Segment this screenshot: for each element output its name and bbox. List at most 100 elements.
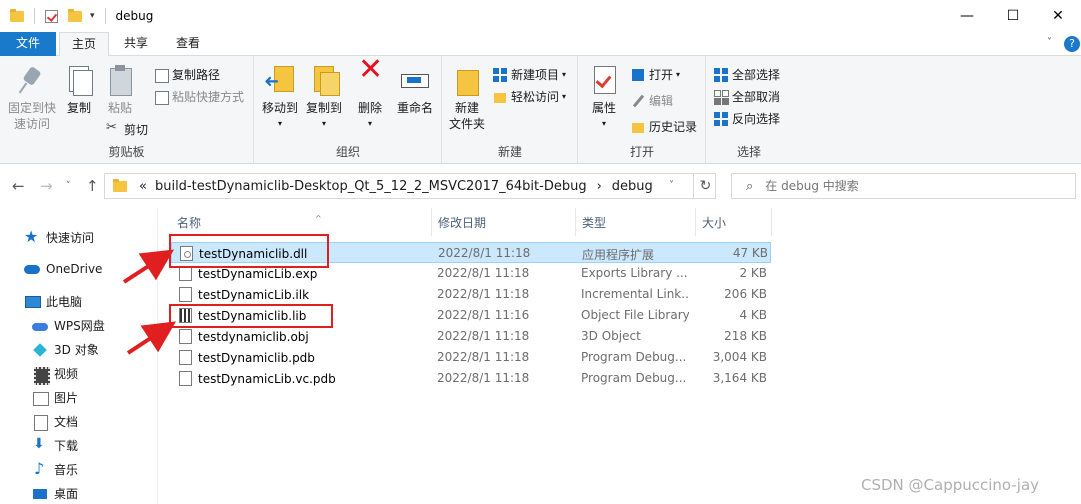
annotation-box-lib xyxy=(169,304,333,328)
file-row-ilk[interactable]: testDynamicLib.ilk 2022/8/1 11:18 Increm… xyxy=(171,284,771,305)
recent-locations-chevron-icon[interactable]: ˅ xyxy=(66,181,71,191)
history-icon xyxy=(631,120,645,134)
column-divider[interactable] xyxy=(771,208,772,236)
file-name-cell: testDynamicLib.vc.pdb xyxy=(179,371,336,386)
address-segment-debug[interactable]: debug xyxy=(612,179,653,194)
edit-label: 编辑 xyxy=(649,94,674,108)
nav-item-quick-access[interactable]: 快速访问 xyxy=(24,227,94,246)
column-divider[interactable] xyxy=(695,208,696,236)
properties-button[interactable]: 属性 ▾ xyxy=(585,64,623,132)
copy-path-button[interactable]: 复制路径 xyxy=(154,66,220,83)
minimize-button[interactable]: — xyxy=(944,0,990,32)
easy-access-icon xyxy=(493,90,507,104)
new-folder-quick-icon[interactable] xyxy=(68,8,82,22)
new-item-icon xyxy=(493,67,507,82)
invert-selection-button[interactable]: 反向选择 xyxy=(714,110,780,127)
history-button[interactable]: 历史记录 xyxy=(631,118,697,135)
column-header-name[interactable]: 名称 ^ xyxy=(177,214,322,234)
new-item-button[interactable]: 新建项目 ▾ xyxy=(493,66,566,83)
file-size: 2 KB xyxy=(739,266,767,280)
edit-icon xyxy=(631,94,645,108)
file-date: 2022/8/1 11:16 xyxy=(437,308,530,322)
open-icon xyxy=(631,68,645,82)
paste-button[interactable]: 粘贴 xyxy=(102,64,138,116)
address-bar[interactable]: « build-testDynamiclib-Desktop_Qt_5_12_2… xyxy=(104,173,716,199)
nav-item-desktop[interactable]: 桌面 xyxy=(32,485,78,502)
nav-item-videos[interactable]: 视频 xyxy=(32,365,78,385)
title-bar: ▾ debug — ☐ ✕ xyxy=(0,0,1081,32)
download-icon xyxy=(32,436,48,454)
column-divider[interactable] xyxy=(575,208,576,236)
up-arrow-icon[interactable]: ↑ xyxy=(86,177,99,195)
file-type: Incremental Link... xyxy=(581,287,689,301)
nav-item-documents[interactable]: 文档 xyxy=(32,413,79,431)
file-name: testdynamiclib.obj xyxy=(198,329,309,344)
column-name-label: 名称 xyxy=(177,216,202,230)
ribbon-tabs: 文件 主页 共享 查看 ˅ ? xyxy=(0,32,1081,57)
move-to-button[interactable]: 移动到 ▾ xyxy=(259,64,301,132)
quick-access-dropdown-icon[interactable]: ▾ xyxy=(90,11,95,21)
file-icon xyxy=(179,266,192,281)
easy-access-button[interactable]: 轻松访问 ▾ xyxy=(493,88,566,105)
file-type: Program Debug... xyxy=(581,371,687,385)
nav-item-pictures[interactable]: 图片 xyxy=(32,389,78,406)
nav-item-downloads[interactable]: 下载 xyxy=(32,436,78,454)
cut-button[interactable]: 剪切 xyxy=(106,120,148,138)
address-dropdown-icon[interactable]: ˅ xyxy=(669,180,674,191)
nav-item-this-pc[interactable]: 此电脑 xyxy=(24,293,82,310)
column-header-type[interactable]: 类型 xyxy=(582,214,606,234)
rename-button[interactable]: 重命名 xyxy=(393,64,437,116)
copy-button[interactable]: 复制 xyxy=(62,64,96,116)
delete-button[interactable]: 删除 ▾ xyxy=(353,62,387,132)
nav-item-label: 此电脑 xyxy=(46,295,83,309)
invert-selection-label: 反向选择 xyxy=(732,112,781,126)
column-header-size[interactable]: 大小 xyxy=(702,214,726,234)
paste-shortcut-button[interactable]: 粘贴快捷方式 xyxy=(154,88,244,105)
help-button[interactable]: ? xyxy=(1064,36,1080,52)
column-header-date[interactable]: 修改日期 xyxy=(438,214,486,234)
column-divider[interactable] xyxy=(431,208,432,236)
address-segment-build[interactable]: build-testDynamiclib-Desktop_Qt_5_12_2_M… xyxy=(155,179,587,194)
pin-quick-access-button[interactable]: 固定到快 速访问 xyxy=(4,64,60,132)
navigation-pane: 快速访问 OneDrive 此电脑 WPS网盘 3D 对象 视频 图片 文档 下… xyxy=(0,208,158,504)
tab-file[interactable]: 文件 xyxy=(0,32,56,56)
address-prefix[interactable]: « xyxy=(139,179,147,194)
nav-item-label: 文档 xyxy=(54,415,79,429)
copy-icon xyxy=(63,64,95,96)
maximize-button[interactable]: ☐ xyxy=(990,0,1036,32)
copy-label: 复制 xyxy=(66,101,91,115)
search-box[interactable]: ⌕ xyxy=(731,173,1076,199)
nav-item-onedrive[interactable]: OneDrive xyxy=(24,261,102,277)
address-separator[interactable]: › xyxy=(597,179,602,194)
quick-access-separator xyxy=(34,8,35,24)
select-none-icon xyxy=(714,89,728,104)
tab-home[interactable]: 主页 xyxy=(59,32,110,57)
pdb-file-icon xyxy=(179,350,192,365)
select-none-button[interactable]: 全部取消 xyxy=(714,88,780,105)
file-row-pdb[interactable]: testDynamiclib.pdb 2022/8/1 11:18 Progra… xyxy=(171,347,771,368)
close-button[interactable]: ✕ xyxy=(1035,0,1081,32)
nav-item-music[interactable]: 音乐 xyxy=(32,459,78,478)
back-arrow-icon[interactable]: ← xyxy=(12,177,25,195)
paste-shortcut-label: 粘贴快捷方式 xyxy=(172,90,245,104)
tab-share[interactable]: 共享 xyxy=(112,32,160,56)
search-input[interactable] xyxy=(765,179,1066,193)
chevron-down-icon[interactable]: ˅ xyxy=(1047,37,1052,48)
nav-item-wps-drive[interactable]: WPS网盘 xyxy=(32,317,105,334)
refresh-icon[interactable]: ↻ xyxy=(693,174,717,198)
file-name-cell: testDynamicLib.exp xyxy=(179,266,317,281)
file-row-vc-pdb[interactable]: testDynamicLib.vc.pdb 2022/8/1 11:18 Pro… xyxy=(171,368,771,389)
copy-to-button[interactable]: 复制到 ▾ xyxy=(303,64,345,132)
move-to-chevron-icon: ▾ xyxy=(277,119,282,128)
new-folder-button[interactable]: 新建 文件夹 xyxy=(445,64,489,132)
properties-quick-icon[interactable] xyxy=(45,9,58,23)
forward-arrow-icon[interactable]: → xyxy=(40,177,53,195)
tab-view[interactable]: 查看 xyxy=(164,32,212,56)
open-button[interactable]: 打开 ▾ xyxy=(631,66,680,83)
edit-button[interactable]: 编辑 xyxy=(631,92,673,109)
pictures-icon xyxy=(32,390,49,406)
file-row-obj[interactable]: testdynamiclib.obj 2022/8/1 11:18 3D Obj… xyxy=(171,326,771,347)
nav-item-3d-objects[interactable]: 3D 对象 xyxy=(32,341,99,358)
delete-icon xyxy=(354,62,386,96)
select-all-button[interactable]: 全部选择 xyxy=(714,66,780,83)
